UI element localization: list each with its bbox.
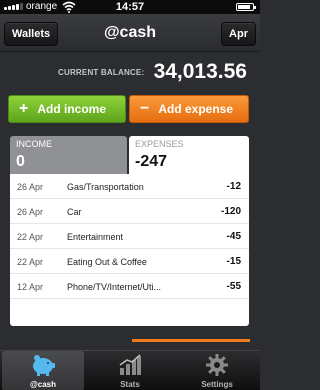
transaction-category: Entertainment [67,232,124,242]
transaction-category: Car [67,207,82,217]
transaction-amount: -45 [226,231,241,242]
tab-settings[interactable]: Settings [176,351,258,390]
status-time: 14:57 [115,1,145,13]
expenses-label: EXPENSES [135,139,184,149]
list-item[interactable]: 26 Apr Car -120 [10,199,249,224]
list-item[interactable]: 22 Apr Entertainment -45 [10,224,249,249]
tab-bar: @cash Stats Settings [0,350,260,390]
transaction-date: 22 Apr [17,232,44,242]
transaction-date: 26 Apr [17,182,44,192]
transaction-list: 26 Apr Gas/Transportation -12 26 Apr Car… [10,174,249,326]
piggy-bank-icon [33,355,55,376]
tab-settings-label: Settings [201,380,233,389]
month-button[interactable]: Apr [221,22,256,46]
expenses-value: -247 [135,153,168,170]
gear-icon [206,354,228,376]
balance-label: CURRENT BALANCE: [58,68,145,77]
transaction-amount: -15 [226,256,241,267]
list-item[interactable]: 26 Apr Gas/Transportation -12 [10,174,249,199]
income-value: 0 [16,153,25,170]
tab-income[interactable]: INCOME 0 [10,136,127,174]
transaction-category: Eating Out & Coffee [67,257,147,267]
add-income-button[interactable]: + Add income [8,95,126,123]
transaction-amount: -120 [220,206,241,217]
list-item[interactable]: 22 Apr Eating Out & Coffee -15 [10,249,249,274]
tab-cash-label: @cash [29,380,57,389]
list-item[interactable]: 12 Apr Phone/TV/Internet/Uti... -55 [10,274,249,299]
status-bar: orange 14:57 [0,0,260,14]
bar-chart-icon [119,354,141,375]
balance-value: 34,013.56 [153,60,247,83]
nav-bar: Wallets @cash Apr [0,14,260,52]
plus-icon: + [19,100,29,117]
transaction-date: 22 Apr [17,257,44,267]
tab-expenses[interactable]: EXPENSES -247 [129,136,249,174]
add-expense-button[interactable]: − Add expense [129,95,249,123]
transaction-category: Gas/Transportation [67,182,144,192]
minus-icon: − [140,100,150,117]
transaction-category: Phone/TV/Internet/Uti... [67,282,162,292]
transaction-amount: -55 [226,281,241,292]
transaction-amount: -12 [226,181,241,192]
tab-stats[interactable]: Stats [88,351,172,390]
income-label: INCOME [16,139,52,149]
tab-stats-label: Stats [120,380,140,389]
tab-cash[interactable]: @cash [2,351,84,390]
add-income-label: Add income [37,102,107,116]
transaction-date: 12 Apr [17,282,44,292]
transaction-date: 26 Apr [17,207,44,217]
expense-indicator-line [132,339,250,342]
add-expense-label: Add expense [158,102,234,116]
battery-icon [236,3,256,11]
